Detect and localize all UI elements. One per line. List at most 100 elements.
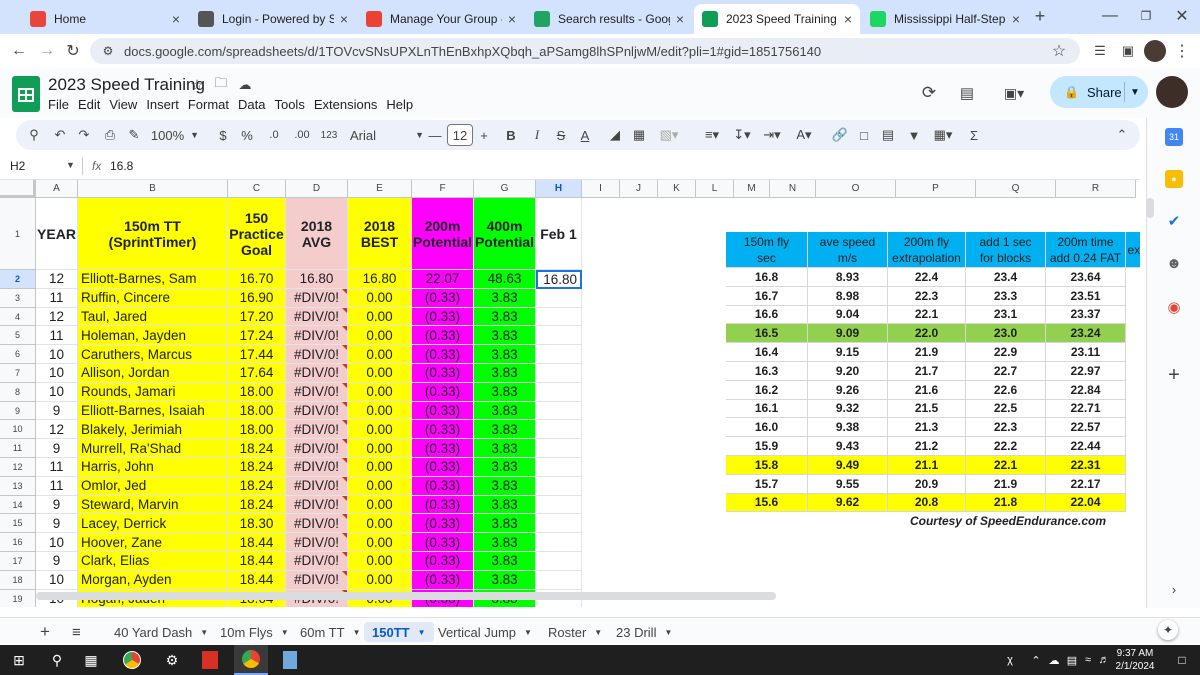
cell-goal[interactable]: 18.24: [228, 439, 286, 458]
menu-view[interactable]: View: [109, 97, 137, 112]
cell-p200[interactable]: (0.33): [412, 326, 474, 346]
ref-cell[interactable]: 23.0: [966, 324, 1046, 344]
sheet-tab[interactable]: 10m Flys ▼: [220, 622, 289, 642]
header-cell-p400[interactable]: 400m Potential: [474, 198, 536, 270]
cell-feb[interactable]: [536, 288, 582, 308]
cell-name[interactable]: Blakely, Jerimiah: [78, 420, 228, 440]
column-header-n[interactable]: N: [770, 180, 816, 198]
browser-tab[interactable]: Mississippi Half-Step U ×: [862, 4, 1028, 34]
ref-cell[interactable]: 22.57: [1046, 418, 1126, 438]
merge-cells-icon[interactable]: ▧▾: [654, 124, 684, 146]
cell-p400[interactable]: 3.83: [474, 288, 536, 308]
column-header-h[interactable]: H: [536, 180, 582, 198]
cell-p400[interactable]: 3.83: [474, 326, 536, 346]
cell-p400[interactable]: 3.83: [474, 439, 536, 458]
cell-name[interactable]: Murrell, Ra'Shad: [78, 439, 228, 458]
row-header[interactable]: 3: [0, 288, 36, 308]
ref-cell[interactable]: 15.6: [726, 493, 808, 513]
ref-cell[interactable]: 22.97: [1046, 362, 1126, 381]
cell-feb[interactable]: [536, 552, 582, 571]
column-header-i[interactable]: I: [582, 180, 620, 198]
ref-cell[interactable]: 9.04: [808, 305, 888, 325]
tasks-icon[interactable]: ✔: [1165, 212, 1183, 230]
cell-p400[interactable]: 3.83: [474, 382, 536, 402]
cell-avg[interactable]: #DIV/0!: [286, 476, 348, 496]
select-all-corner[interactable]: [0, 180, 36, 198]
column-header-l[interactable]: L: [696, 180, 734, 198]
cell-avg[interactable]: #DIV/0!: [286, 307, 348, 327]
cell-best[interactable]: 0.00: [348, 364, 412, 383]
cell-p400[interactable]: 3.83: [474, 420, 536, 440]
cell-goal[interactable]: 18.24: [228, 476, 286, 496]
text-wrap-icon[interactable]: ⇥▾: [758, 124, 786, 146]
cell-feb[interactable]: [536, 326, 582, 346]
spreadsheet-grid[interactable]: ABCDEFGHIJKLMNOPQR 1 2 3 4 5 6 7 8 9 10 11 12 13 14 15…: [0, 180, 1140, 607]
sheet-tab[interactable]: Vertical Jump ▼: [438, 622, 532, 642]
version-history-icon[interactable]: ⟳: [918, 82, 940, 104]
header-cell-best[interactable]: 2018 BEST: [348, 198, 412, 270]
vertical-scrollbar[interactable]: [1146, 198, 1154, 218]
row-header[interactable]: 7: [0, 364, 36, 383]
cell-year[interactable]: 12: [36, 420, 78, 440]
move-folder-icon[interactable]: 🗀: [212, 75, 230, 94]
column-header-q[interactable]: Q: [976, 180, 1056, 198]
ref-cell[interactable]: 21.7: [888, 362, 966, 381]
cell-name[interactable]: Caruthers, Marcus: [78, 345, 228, 364]
ref-cell[interactable]: 22.1: [888, 305, 966, 325]
cell-p200[interactable]: (0.33): [412, 533, 474, 552]
ref-cell[interactable]: 23.51: [1046, 286, 1126, 306]
menu-insert[interactable]: Insert: [146, 97, 179, 112]
close-tab-icon[interactable]: ×: [1012, 11, 1020, 27]
ref-cell[interactable]: 21.9: [888, 343, 966, 362]
ref-cell[interactable]: 9.62: [808, 493, 888, 513]
reload-icon[interactable]: ↻: [62, 40, 84, 62]
cell-name[interactable]: Elliott-Barnes, Sam: [78, 270, 228, 289]
cell-p200[interactable]: (0.33): [412, 476, 474, 496]
ref-cell[interactable]: 16.7: [726, 286, 808, 306]
functions-icon[interactable]: Σ: [964, 124, 984, 146]
cell-avg[interactable]: #DIV/0!: [286, 533, 348, 552]
cell-p200[interactable]: (0.33): [412, 345, 474, 364]
cloud-icon[interactable]: ☁: [1046, 645, 1062, 675]
cell-goal[interactable]: 17.20: [228, 307, 286, 327]
network-icon[interactable]: ▤: [1064, 645, 1080, 675]
ref-cell[interactable]: 23.1: [966, 305, 1046, 325]
decrease-font-size-icon[interactable]: —: [428, 124, 442, 146]
cell-goal[interactable]: 18.00: [228, 382, 286, 402]
cell-feb[interactable]: [536, 307, 582, 327]
star-icon[interactable]: ☆: [188, 76, 206, 94]
increase-font-size-icon[interactable]: +: [477, 124, 491, 146]
cell-goal[interactable]: 18.24: [228, 495, 286, 515]
close-tab-icon[interactable]: ×: [340, 11, 348, 27]
cell-year[interactable]: 10: [36, 382, 78, 402]
cell-feb[interactable]: [536, 345, 582, 364]
cell-p200[interactable]: 22.07: [412, 270, 474, 289]
chevron-down-icon[interactable]: ▼: [524, 628, 532, 637]
add-sheet-button[interactable]: +: [40, 622, 50, 642]
cell-p200[interactable]: (0.33): [412, 420, 474, 440]
cell-feb[interactable]: [536, 476, 582, 496]
cell-avg[interactable]: #DIV/0!: [286, 401, 348, 421]
row-header[interactable]: 4: [0, 307, 36, 327]
back-icon[interactable]: ←: [8, 40, 30, 62]
row-header[interactable]: 17: [0, 552, 36, 571]
cell-name[interactable]: Clark, Elias: [78, 552, 228, 571]
cell-goal[interactable]: 17.24: [228, 326, 286, 346]
cell-best[interactable]: 0.00: [348, 552, 412, 571]
ref-cell[interactable]: 16.4: [726, 343, 808, 362]
cell-best[interactable]: 0.00: [348, 382, 412, 402]
ref-cell[interactable]: 23.37: [1046, 305, 1126, 325]
percent-button[interactable]: %: [240, 124, 254, 146]
cell-best[interactable]: 0.00: [348, 288, 412, 308]
insert-link-icon[interactable]: 🔗: [830, 124, 850, 146]
column-header-e[interactable]: E: [348, 180, 412, 198]
column-header-c[interactable]: C: [228, 180, 286, 198]
cell-avg[interactable]: #DIV/0!: [286, 458, 348, 477]
cell-feb[interactable]: [536, 533, 582, 552]
cell-avg[interactable]: 16.80: [286, 270, 348, 289]
cell-goal[interactable]: 18.44: [228, 570, 286, 590]
font-select[interactable]: Arial ▼: [350, 124, 426, 146]
cell-year[interactable]: 10: [36, 533, 78, 552]
cell-avg[interactable]: #DIV/0!: [286, 364, 348, 383]
cell-year[interactable]: 9: [36, 514, 78, 534]
